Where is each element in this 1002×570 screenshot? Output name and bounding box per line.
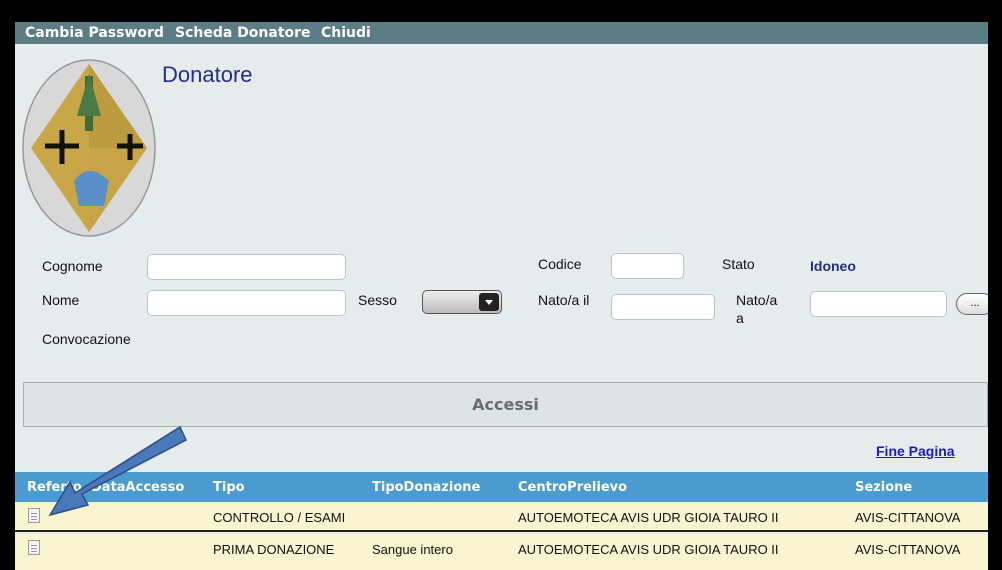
cognome-label: Cognome	[42, 258, 103, 274]
document-icon[interactable]	[28, 508, 40, 523]
codice-label: Codice	[538, 256, 582, 272]
col-tipo-donazione[interactable]: TipoDonazione	[372, 480, 480, 495]
nato-il-field[interactable]	[611, 294, 715, 320]
table-row[interactable]: PRIMA DONAZIONE Sangue intero AUTOEMOTEC…	[15, 534, 988, 570]
accessi-panel: Accessi	[23, 382, 988, 427]
app-window: Cambia Password Scheda Donatore Chiudi D…	[15, 22, 988, 570]
col-sezione[interactable]: Sezione	[855, 480, 912, 495]
sesso-label: Sesso	[358, 292, 397, 308]
codice-field[interactable]	[611, 253, 684, 279]
coat-of-arms-logo	[22, 59, 156, 237]
page-title: Donatore	[162, 62, 253, 87]
menu-bar: Cambia Password Scheda Donatore Chiudi	[15, 22, 988, 44]
table-header: Referto DataAccesso Tipo TipoDonazione C…	[15, 472, 988, 502]
sesso-select[interactable]	[422, 290, 502, 314]
nato-a-field[interactable]	[810, 291, 947, 317]
col-centro-prelievo[interactable]: CentroPrelievo	[518, 480, 627, 495]
browse-button[interactable]: ...	[956, 293, 988, 315]
menu-cambia-password[interactable]: Cambia Password	[25, 25, 164, 41]
col-data-accesso[interactable]: DataAccesso	[91, 480, 184, 495]
cell-tipo: CONTROLLO / ESAMI	[213, 510, 346, 525]
cell-tipo: PRIMA DONAZIONE	[213, 542, 335, 557]
nato-a-label-2: a	[736, 310, 744, 326]
document-icon[interactable]	[28, 540, 40, 555]
fine-pagina-link[interactable]: Fine Pagina	[876, 443, 955, 459]
convocazione-label: Convocazione	[42, 331, 131, 347]
cognome-field[interactable]	[147, 254, 346, 280]
stato-label: Stato	[722, 256, 755, 272]
menu-chiudi[interactable]: Chiudi	[321, 25, 371, 41]
cell-centro-prelievo: AUTOEMOTECA AVIS UDR GIOIA TAURO II	[518, 542, 779, 557]
nome-label: Nome	[42, 292, 80, 308]
col-tipo[interactable]: Tipo	[213, 480, 245, 495]
cell-sezione: AVIS-CITTANOVA	[855, 510, 961, 525]
menu-scheda-donatore[interactable]: Scheda Donatore	[175, 25, 311, 41]
accessi-title: Accessi	[472, 395, 539, 414]
nato-il-label: Nato/a il	[538, 292, 590, 308]
cell-tipo-donazione: Sangue intero	[372, 542, 453, 557]
col-referto[interactable]: Referto	[27, 480, 82, 495]
chevron-down-icon	[479, 293, 499, 311]
cell-sezione: AVIS-CITTANOVA	[855, 542, 961, 557]
stato-value: Idoneo	[810, 258, 856, 274]
cell-centro-prelievo: AUTOEMOTECA AVIS UDR GIOIA TAURO II	[518, 510, 779, 525]
table-row[interactable]: CONTROLLO / ESAMI AUTOEMOTECA AVIS UDR G…	[15, 502, 988, 532]
nato-a-label: Nato/a	[736, 292, 778, 308]
nome-field[interactable]	[147, 290, 346, 316]
